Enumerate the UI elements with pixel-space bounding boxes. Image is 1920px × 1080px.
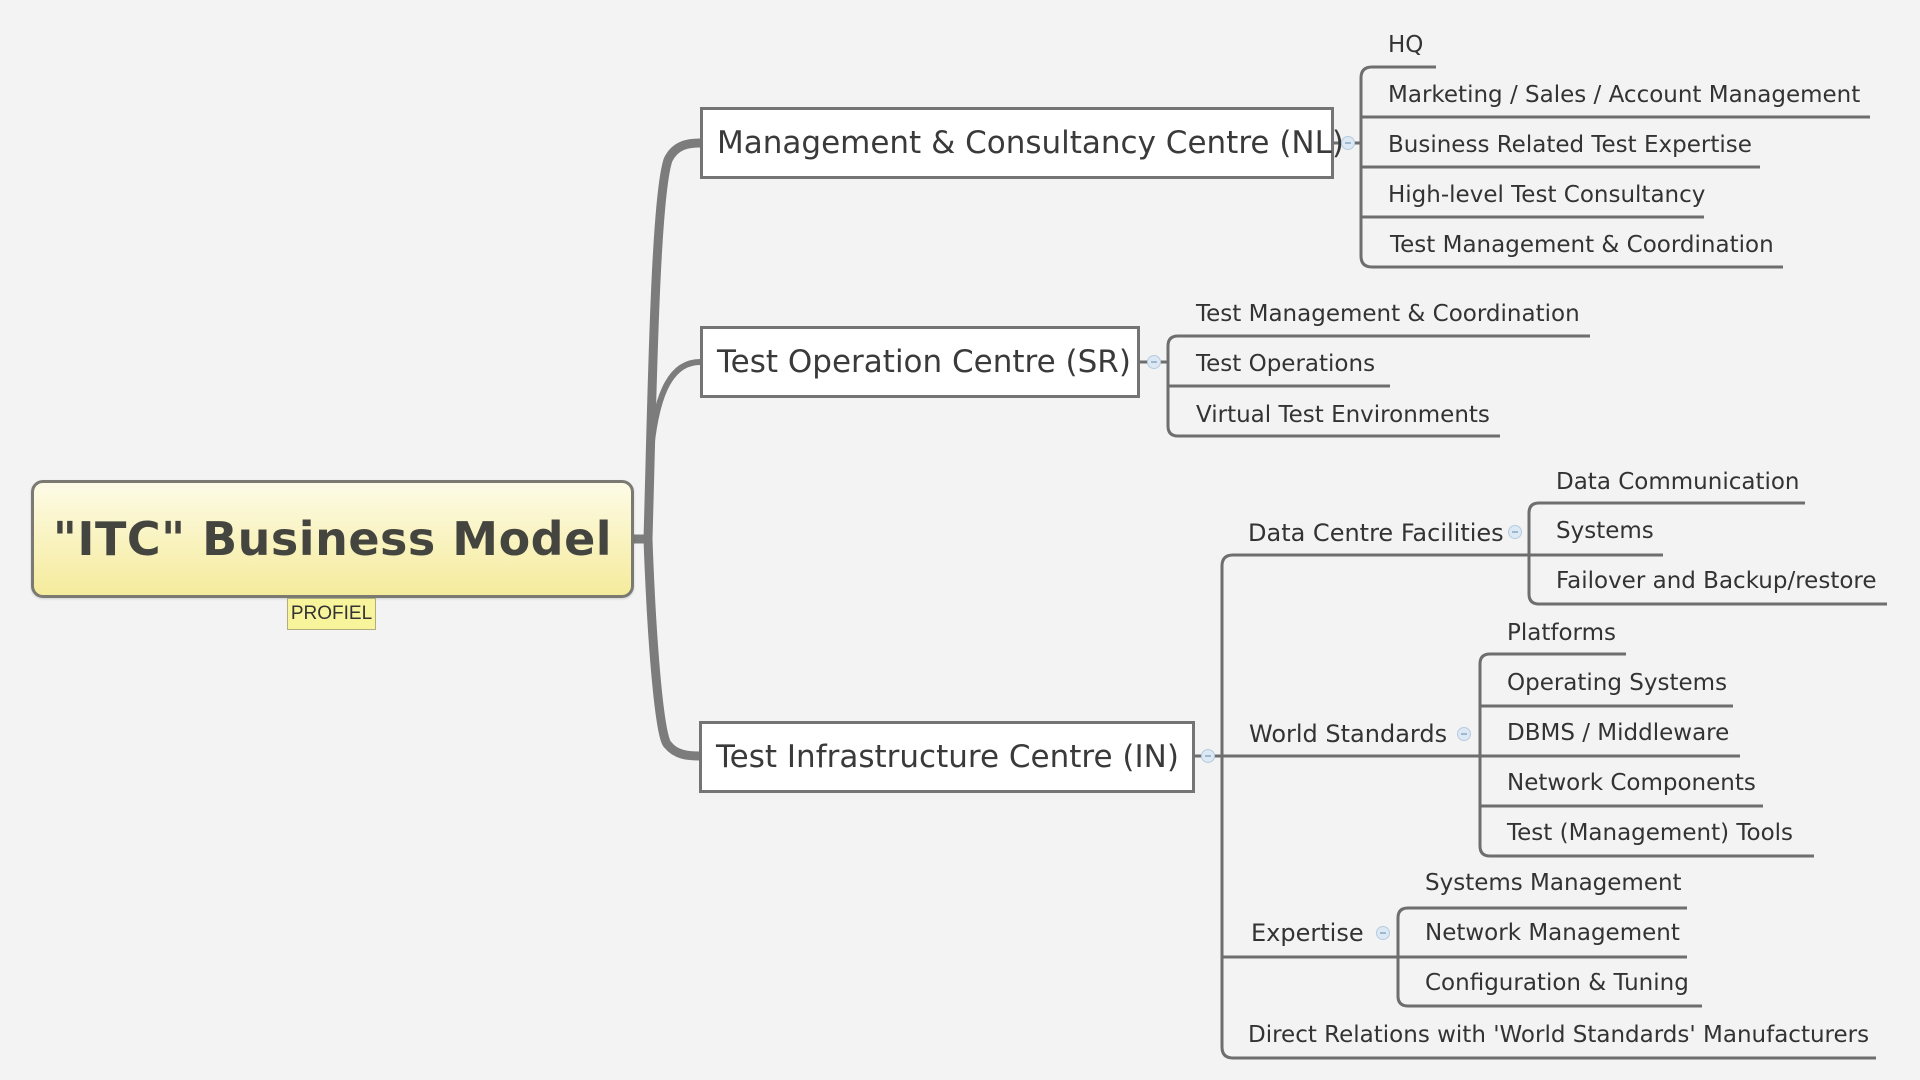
subtopic[interactable]: Systems Management — [1425, 869, 1682, 897]
collapse-minus-icon[interactable] — [1341, 136, 1355, 150]
topic-label: Test Operation Centre (SR) — [717, 344, 1131, 380]
subtopic[interactable]: Configuration & Tuning — [1425, 969, 1689, 997]
subtopic-direct-relations[interactable]: Direct Relations with 'World Standards' … — [1248, 1021, 1869, 1049]
collapse-minus-icon[interactable] — [1201, 749, 1215, 763]
subtopic[interactable]: Marketing / Sales / Account Management — [1388, 81, 1860, 109]
subtopic[interactable]: HQ — [1388, 31, 1423, 59]
subtopic[interactable]: Virtual Test Environments — [1196, 401, 1490, 429]
collapse-minus-icon[interactable] — [1147, 355, 1161, 369]
subtopic[interactable]: High-level Test Consultancy — [1388, 181, 1705, 209]
subtopic[interactable]: Network Management — [1425, 919, 1680, 947]
subtopic[interactable]: Test (Management) Tools — [1507, 819, 1793, 847]
central-topic-title: "ITC" Business Model — [52, 512, 613, 566]
subtopic-data-centre-facilities[interactable]: Data Centre Facilities — [1248, 519, 1504, 547]
topic-management-consultancy-centre[interactable]: Management & Consultancy Centre (NL) — [700, 107, 1344, 179]
subtopic[interactable]: Operating Systems — [1507, 669, 1727, 697]
subtopic[interactable]: Business Related Test Expertise — [1388, 131, 1752, 159]
topic-label: Management & Consultancy Centre (NL) — [717, 125, 1344, 161]
collapse-minus-icon[interactable] — [1457, 727, 1471, 741]
subtopic[interactable]: Test Management & Coordination — [1390, 231, 1774, 259]
label-tag: PROFIEL — [287, 598, 376, 630]
subtopic-world-standards[interactable]: World Standards — [1249, 720, 1447, 748]
subtopic[interactable]: Systems — [1556, 517, 1654, 545]
subtopic[interactable]: Test Operations — [1196, 350, 1375, 378]
collapse-minus-icon[interactable] — [1508, 525, 1522, 539]
topic-test-infrastructure-centre[interactable]: Test Infrastructure Centre (IN) — [699, 721, 1195, 793]
topic-test-operation-centre[interactable]: Test Operation Centre (SR) — [700, 326, 1140, 398]
subtopic[interactable]: Network Components — [1507, 769, 1756, 797]
subtopic[interactable]: DBMS / Middleware — [1507, 719, 1729, 747]
collapse-minus-icon[interactable] — [1376, 926, 1390, 940]
link-root-in — [643, 534, 705, 761]
subtopic[interactable]: Test Management & Coordination — [1196, 300, 1580, 328]
central-topic[interactable]: "ITC" Business Model — [31, 480, 634, 598]
subtopic-expertise[interactable]: Expertise — [1251, 919, 1364, 947]
subtopic[interactable]: Data Communication — [1556, 468, 1800, 496]
topic-label: Test Infrastructure Centre (IN) — [716, 739, 1179, 775]
link-root-nl — [629, 138, 705, 544]
subtopic[interactable]: Failover and Backup/restore — [1556, 567, 1877, 595]
link-root-sr — [647, 359, 703, 463]
subtopic[interactable]: Platforms — [1507, 619, 1616, 647]
